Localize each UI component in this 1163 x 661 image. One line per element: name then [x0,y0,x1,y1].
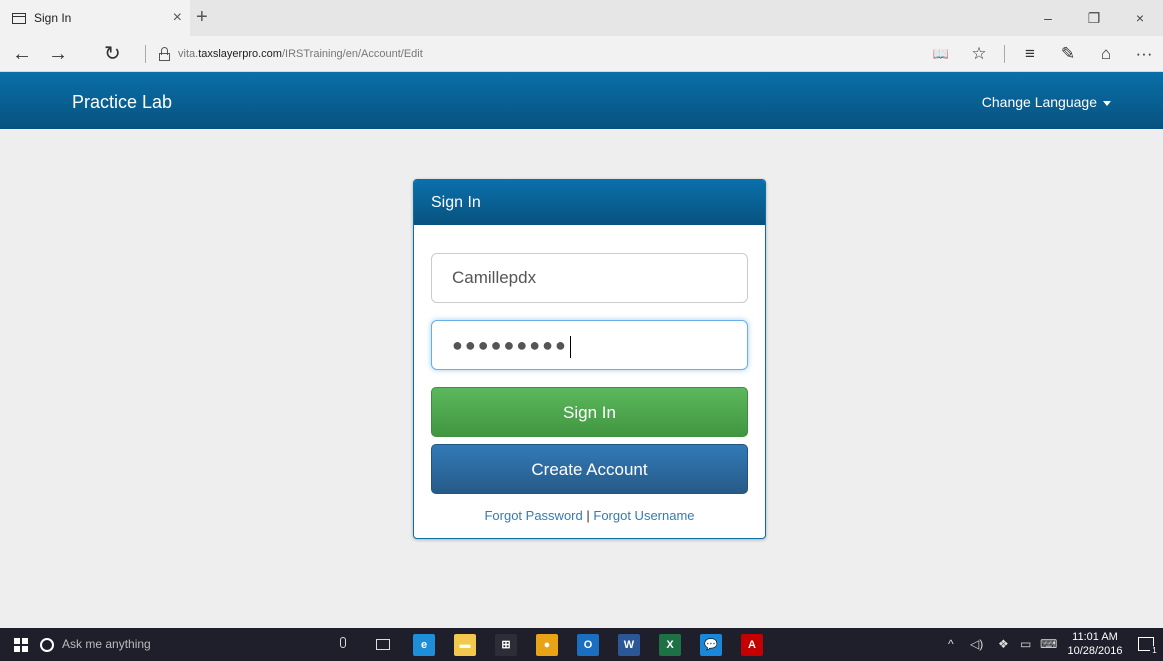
new-tab-icon[interactable]: + [196,6,208,29]
acrobat-icon[interactable]: A [741,634,763,656]
more-icon[interactable]: ··· [1125,44,1163,64]
clock-time: 11:01 AM [1072,631,1118,643]
clock-date: 10/28/2016 [1067,645,1123,657]
text-cursor [569,335,571,358]
notification-count: 1 [1150,646,1159,655]
brand-link[interactable]: Practice Lab [72,72,172,129]
address-bar: ← → ↻ vita.taxslayerpro.com/IRSTraining/… [0,36,1163,72]
url-field[interactable]: vita.taxslayerpro.com/IRSTraining/en/Acc… [178,36,423,72]
username-input[interactable]: Camillepdx [431,253,748,303]
tray-chevron-icon[interactable]: ^ [948,628,954,661]
panel-heading: Sign In [414,180,765,225]
browser-tab[interactable]: Sign In × [0,0,190,36]
back-icon[interactable]: ← [12,36,32,72]
refresh-icon[interactable]: ↻ [104,36,121,72]
forgot-username-link[interactable]: Forgot Username [593,508,694,523]
outlook-icon[interactable]: O [577,634,599,656]
signin-panel: Sign In Camillepdx ●●●●●●●●● Sign In Cre… [413,179,766,539]
cortana-search-box[interactable]: Ask me anything [62,628,151,661]
divider [145,45,146,63]
keyboard-icon[interactable]: ⌨ [1040,628,1057,661]
browser-toolbar: 📖 ☆ ≡ ✎ ⌂ ··· [922,36,1163,72]
word-icon[interactable]: W [618,634,640,656]
share-icon[interactable]: ⌂ [1087,44,1125,64]
password-input[interactable]: ●●●●●●●●● [431,320,748,370]
page-icon [12,12,26,24]
file-explorer-icon[interactable]: ▬ [454,634,476,656]
url-domain: taxslayerpro.com [198,48,282,60]
dropbox-icon[interactable]: ❖ [998,628,1009,661]
site-navbar: Practice Lab Change Language [0,72,1163,129]
signin-button[interactable]: Sign In [431,387,748,437]
cortana-icon[interactable] [40,638,54,652]
window-controls: – ❐ × [1025,0,1163,36]
divider [1004,45,1005,63]
close-window-icon[interactable]: × [1117,0,1163,36]
change-language-dropdown[interactable]: Change Language [982,72,1111,129]
favorite-star-icon[interactable]: ☆ [960,44,998,64]
windows-taskbar: Ask me anything e ▬ ⊞ ● O W X 💬 A ^ ◁) ❖ ▭ ⌨ 11:… [0,628,1163,661]
forgot-password-link[interactable]: Forgot Password [484,508,582,523]
forward-icon[interactable]: → [48,36,68,72]
restore-icon[interactable]: ❐ [1071,0,1117,36]
minimize-icon[interactable]: – [1025,0,1071,36]
store-icon[interactable]: ⊞ [495,634,517,656]
skype-icon[interactable]: 💬 [700,634,722,656]
caret-down-icon [1103,100,1111,106]
url-prefix: vita. [178,48,199,60]
web-note-icon[interactable]: ✎ [1049,44,1087,64]
task-view-icon[interactable] [376,639,390,650]
tab-title: Sign In [34,11,72,25]
microphone-icon[interactable] [340,637,346,648]
reading-view-icon[interactable]: 📖 [922,46,960,62]
start-icon[interactable] [14,638,28,652]
url-path: /IRSTraining/en/Account/Edit [281,48,423,60]
link-separator: | [586,508,590,523]
clock[interactable]: 11:01 AM 10/28/2016 [1060,630,1130,658]
create-account-button[interactable]: Create Account [431,444,748,494]
password-value: ●●●●●●●●● [452,335,568,355]
volume-icon[interactable]: ◁) [970,628,983,661]
tab-close-icon[interactable]: × [173,9,182,27]
hub-icon[interactable]: ≡ [1011,44,1049,64]
edge-icon[interactable]: e [413,634,435,656]
battery-icon[interactable]: ▭ [1020,628,1031,661]
excel-icon[interactable]: X [659,634,681,656]
lock-icon [159,47,170,61]
browser-tab-strip: Sign In × + – ❐ × [0,0,1163,36]
change-language-label: Change Language [981,94,1097,110]
chrome-icon[interactable]: ● [536,634,558,656]
forgot-links: Forgot Password | Forgot Username [414,508,765,523]
